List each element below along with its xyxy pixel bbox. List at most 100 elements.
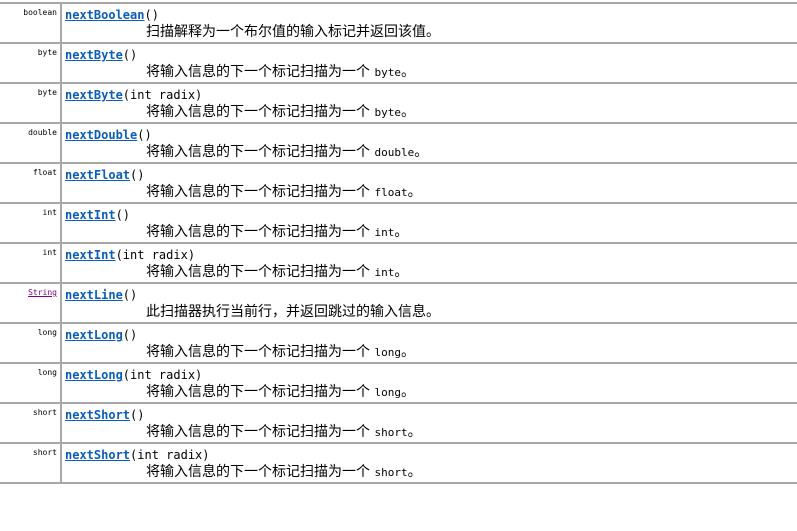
description-text: 将输入信息的下一个标记扫描为一个 (146, 104, 375, 120)
method-signature: nextDouble() (65, 128, 797, 143)
method-params: (int radix) (122, 88, 203, 102)
method-detail-cell: nextInt(int radix) 将输入信息的下一个标记扫描为一个 int。 (61, 242, 797, 283)
description-suffix: 。 (407, 184, 422, 200)
description-text: 将输入信息的下一个标记扫描为一个 (146, 224, 375, 240)
method-params: (int radix) (115, 248, 196, 262)
return-type: int (42, 248, 57, 257)
return-type-link[interactable]: String (28, 288, 57, 297)
method-signature: nextByte() (65, 48, 797, 63)
return-type: int (42, 208, 57, 217)
method-description: 将输入信息的下一个标记扫描为一个 long。 (65, 343, 797, 362)
description-suffix: 。 (400, 344, 415, 360)
method-detail-cell: nextByte(int radix) 将输入信息的下一个标记扫描为一个 byt… (61, 82, 797, 123)
method-signature: nextInt() (65, 208, 797, 223)
return-type-cell: byte (0, 42, 62, 83)
method-signature: nextLine() (65, 288, 797, 303)
method-name-link[interactable]: nextFloat (65, 168, 130, 182)
description-code: byte (374, 66, 401, 79)
description-text: 将输入信息的下一个标记扫描为一个 (146, 384, 375, 400)
method-row: short nextShort() 将输入信息的下一个标记扫描为一个 short… (0, 402, 797, 443)
method-row: String nextLine() 此扫描器执行当前行，并返回跳过的输入信息。 (0, 282, 797, 323)
method-name-link[interactable]: nextInt (65, 208, 116, 222)
return-type-cell: int (0, 202, 62, 243)
method-name-link[interactable]: nextInt (65, 248, 116, 262)
description-code: double (374, 146, 415, 159)
return-type-cell: boolean (0, 2, 62, 43)
method-name-link[interactable]: nextLine (65, 288, 123, 302)
description-text: 此扫描器执行当前行，并返回跳过的输入信息。 (146, 304, 440, 320)
return-type: String (28, 288, 57, 297)
method-detail-cell: nextLong() 将输入信息的下一个标记扫描为一个 long。 (61, 322, 797, 363)
return-type-cell: long (0, 322, 62, 363)
return-type-cell: short (0, 402, 62, 443)
description-code: float (374, 186, 408, 199)
return-type: long (37, 328, 57, 337)
return-type: byte (37, 48, 57, 57)
method-signature: nextBoolean() (65, 8, 797, 23)
method-name-link[interactable]: nextLong (65, 328, 123, 342)
method-name-link[interactable]: nextShort (65, 448, 130, 462)
method-row: double nextDouble() 将输入信息的下一个标记扫描为一个 dou… (0, 122, 797, 163)
method-signature: nextByte(int radix) (65, 88, 797, 103)
return-type: long (37, 368, 57, 377)
method-summary-body: boolean nextBoolean() 扫描解释为一个布尔值的输入标记并返回… (0, 2, 797, 484)
method-params: () (122, 328, 138, 342)
method-name-link[interactable]: nextLong (65, 368, 123, 382)
method-row: long nextLong() 将输入信息的下一个标记扫描为一个 long。 (0, 322, 797, 363)
return-type: float (32, 168, 57, 177)
method-row: int nextInt(int radix) 将输入信息的下一个标记扫描为一个 … (0, 242, 797, 283)
description-suffix: 。 (407, 464, 422, 480)
method-description: 将输入信息的下一个标记扫描为一个 byte。 (65, 103, 797, 122)
method-signature: nextShort(int radix) (65, 448, 797, 463)
method-params: () (130, 408, 145, 422)
return-type-cell: byte (0, 82, 62, 123)
description-text: 将输入信息的下一个标记扫描为一个 (146, 184, 375, 200)
method-detail-cell: nextLine() 此扫描器执行当前行，并返回跳过的输入信息。 (61, 282, 797, 323)
return-type-cell: double (0, 122, 62, 163)
method-name-link[interactable]: nextBoolean (65, 8, 144, 22)
description-text: 将输入信息的下一个标记扫描为一个 (146, 264, 375, 280)
description-code: long (374, 386, 401, 399)
return-type-cell: int (0, 242, 62, 283)
method-summary-table: boolean nextBoolean() 扫描解释为一个布尔值的输入标记并返回… (0, 2, 797, 484)
method-detail-cell: nextLong(int radix) 将输入信息的下一个标记扫描为一个 lon… (61, 362, 797, 403)
method-description: 将输入信息的下一个标记扫描为一个 int。 (65, 263, 797, 282)
description-code: short (374, 466, 408, 479)
return-type-cell: long (0, 362, 62, 403)
method-row: long nextLong(int radix) 将输入信息的下一个标记扫描为一… (0, 362, 797, 403)
method-detail-cell: nextShort() 将输入信息的下一个标记扫描为一个 short。 (61, 402, 797, 443)
method-detail-cell: nextDouble() 将输入信息的下一个标记扫描为一个 double。 (61, 122, 797, 163)
method-signature: nextFloat() (65, 168, 797, 183)
method-params: () (130, 168, 145, 182)
method-description: 此扫描器执行当前行，并返回跳过的输入信息。 (65, 303, 797, 322)
description-text: 将输入信息的下一个标记扫描为一个 (146, 344, 375, 360)
method-description: 将输入信息的下一个标记扫描为一个 short。 (65, 463, 797, 482)
description-suffix: 。 (394, 264, 409, 280)
method-params: () (115, 208, 131, 222)
description-code: short (374, 426, 408, 439)
method-row: int nextInt() 将输入信息的下一个标记扫描为一个 int。 (0, 202, 797, 243)
method-description: 将输入信息的下一个标记扫描为一个 double。 (65, 143, 797, 162)
description-suffix: 。 (414, 144, 429, 160)
method-name-link[interactable]: nextDouble (65, 128, 137, 142)
method-params: () (122, 288, 138, 302)
method-detail-cell: nextBoolean() 扫描解释为一个布尔值的输入标记并返回该值。 (61, 2, 797, 43)
description-suffix: 。 (400, 64, 415, 80)
description-code: byte (374, 106, 401, 119)
method-signature: nextShort() (65, 408, 797, 423)
return-type-cell: short (0, 442, 62, 484)
description-text: 将输入信息的下一个标记扫描为一个 (146, 464, 375, 480)
method-params: () (122, 48, 138, 62)
method-name-link[interactable]: nextByte (65, 48, 123, 62)
method-signature: nextLong() (65, 328, 797, 343)
method-params: () (144, 8, 159, 22)
return-type: short (32, 408, 57, 417)
return-type-cell: String (0, 282, 62, 323)
method-description: 将输入信息的下一个标记扫描为一个 short。 (65, 423, 797, 442)
method-name-link[interactable]: nextShort (65, 408, 130, 422)
method-signature: nextLong(int radix) (65, 368, 797, 383)
method-name-link[interactable]: nextByte (65, 88, 123, 102)
method-row: short nextShort(int radix) 将输入信息的下一个标记扫描… (0, 442, 797, 484)
method-row: float nextFloat() 将输入信息的下一个标记扫描为一个 float… (0, 162, 797, 203)
return-type-cell: float (0, 162, 62, 203)
